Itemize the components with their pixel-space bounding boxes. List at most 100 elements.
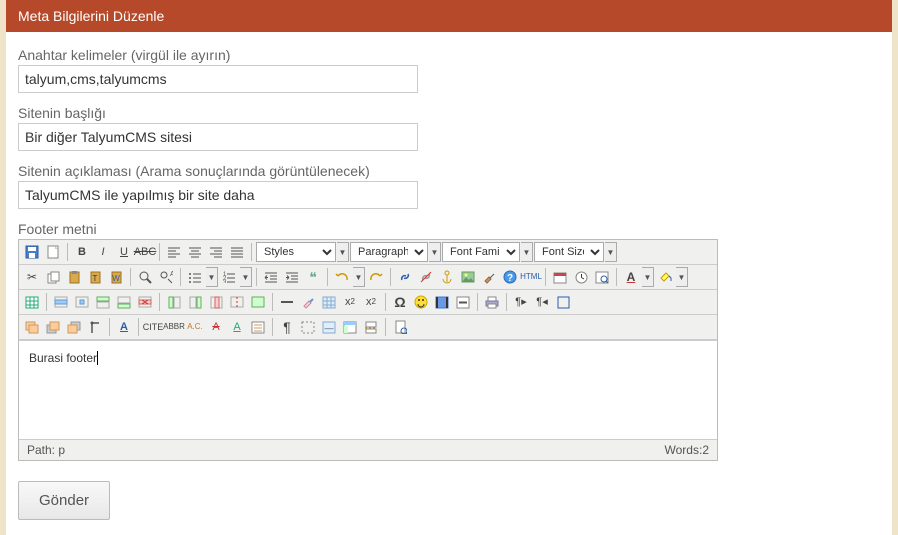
undo-icon[interactable] xyxy=(332,267,352,287)
row-props-icon[interactable] xyxy=(51,292,71,312)
editor-content[interactable]: Burasi footer xyxy=(19,340,717,440)
numbered-list-icon[interactable]: 123 xyxy=(219,267,239,287)
cite-icon[interactable]: CITE xyxy=(143,317,163,337)
blockquote-icon[interactable]: ❝ xyxy=(303,267,323,287)
row-after-icon[interactable] xyxy=(114,292,134,312)
backcolor-icon[interactable] xyxy=(655,267,675,287)
sup-icon[interactable]: x2 xyxy=(361,292,381,312)
svg-text:?: ? xyxy=(507,273,513,284)
format-select[interactable]: Paragraph xyxy=(350,242,428,262)
bullet-list-dropdown-icon[interactable]: ▼ xyxy=(206,267,218,287)
paste-text-icon[interactable]: T xyxy=(85,267,105,287)
styleprops-icon[interactable]: A xyxy=(114,317,134,337)
charmap-icon[interactable]: Ω xyxy=(390,292,410,312)
print-icon[interactable] xyxy=(482,292,502,312)
paste-icon[interactable] xyxy=(64,267,84,287)
cleanup-icon[interactable] xyxy=(479,267,499,287)
site-title-input[interactable] xyxy=(18,123,418,151)
fullscreen-icon[interactable] xyxy=(553,292,573,312)
time-icon[interactable] xyxy=(571,267,591,287)
movebackward-icon[interactable] xyxy=(64,317,84,337)
split-cells-icon[interactable] xyxy=(227,292,247,312)
site-title-label: Sitenin başlığı xyxy=(18,105,880,121)
col-delete-icon[interactable] xyxy=(206,292,226,312)
remove-format-icon[interactable] xyxy=(298,292,318,312)
del-icon[interactable]: A xyxy=(206,317,226,337)
cell-props-icon[interactable] xyxy=(72,292,92,312)
numbered-list-dropdown-icon[interactable]: ▼ xyxy=(240,267,252,287)
col-before-icon[interactable] xyxy=(164,292,184,312)
find-icon[interactable] xyxy=(135,267,155,287)
acronym-icon[interactable]: A.C. xyxy=(185,317,205,337)
row-before-icon[interactable] xyxy=(93,292,113,312)
align-justify-icon[interactable] xyxy=(227,242,247,262)
replace-icon[interactable]: A xyxy=(156,267,176,287)
html-icon[interactable]: HTML xyxy=(521,267,541,287)
copy-icon[interactable] xyxy=(43,267,63,287)
format-dropdown-icon[interactable]: ▼ xyxy=(429,242,441,262)
bullet-list-icon[interactable] xyxy=(185,267,205,287)
outdent-icon[interactable] xyxy=(261,267,281,287)
visualchars-icon[interactable]: ¶ xyxy=(277,317,297,337)
media-icon[interactable] xyxy=(432,292,452,312)
fontsize-dropdown-icon[interactable]: ▼ xyxy=(605,242,617,262)
site-desc-input[interactable] xyxy=(18,181,418,209)
attribs-icon[interactable] xyxy=(248,317,268,337)
bold-icon[interactable]: B xyxy=(72,242,92,262)
align-right-icon[interactable] xyxy=(206,242,226,262)
date-icon[interactable] xyxy=(550,267,570,287)
fullpage-icon[interactable] xyxy=(390,317,410,337)
emoticon-icon[interactable] xyxy=(411,292,431,312)
row-delete-icon[interactable] xyxy=(135,292,155,312)
fontfamily-dropdown-icon[interactable]: ▼ xyxy=(521,242,533,262)
ltr-icon[interactable]: ¶▸ xyxy=(511,292,531,312)
svg-text:A: A xyxy=(170,271,173,278)
editor-path[interactable]: Path: p xyxy=(27,443,65,457)
fontsize-select[interactable]: Font Size xyxy=(534,242,604,262)
link-icon[interactable] xyxy=(395,267,415,287)
moveforward-icon[interactable] xyxy=(43,317,63,337)
anchor-icon[interactable] xyxy=(437,267,457,287)
rtl-icon[interactable]: ¶◂ xyxy=(532,292,552,312)
preview-icon[interactable] xyxy=(592,267,612,287)
pagebreak-icon[interactable] xyxy=(361,317,381,337)
template-icon[interactable] xyxy=(340,317,360,337)
visualaid-icon[interactable] xyxy=(319,292,339,312)
cut-icon[interactable]: ✂ xyxy=(22,267,42,287)
undo-dropdown-icon[interactable]: ▼ xyxy=(353,267,365,287)
keywords-input[interactable] xyxy=(18,65,418,93)
sub-icon[interactable]: x2 xyxy=(340,292,360,312)
styles-select[interactable]: Styles xyxy=(256,242,336,262)
table-icon[interactable] xyxy=(22,292,42,312)
forecolor-dropdown-icon[interactable]: ▼ xyxy=(642,267,654,287)
save-icon[interactable] xyxy=(22,242,42,262)
strikethrough-icon[interactable]: ABC xyxy=(135,242,155,262)
col-after-icon[interactable] xyxy=(185,292,205,312)
word-count: Words:2 xyxy=(665,443,709,457)
abbr-icon[interactable]: ABBR xyxy=(164,317,184,337)
nonbreaking-icon[interactable]: ― xyxy=(319,317,339,337)
paste-word-icon[interactable]: W xyxy=(106,267,126,287)
merge-cells-icon[interactable] xyxy=(248,292,268,312)
hr-icon[interactable] xyxy=(277,292,297,312)
submit-button[interactable]: Gönder xyxy=(18,481,110,520)
redo-icon[interactable] xyxy=(366,267,386,287)
forecolor-icon[interactable]: A xyxy=(621,267,641,287)
align-left-icon[interactable] xyxy=(164,242,184,262)
newdoc-icon[interactable] xyxy=(43,242,63,262)
underline-icon[interactable]: U xyxy=(114,242,134,262)
styles-dropdown-icon[interactable]: ▼ xyxy=(337,242,349,262)
advhr-icon[interactable] xyxy=(453,292,473,312)
align-center-icon[interactable] xyxy=(185,242,205,262)
visualblocks-icon[interactable] xyxy=(298,317,318,337)
unlink-icon[interactable] xyxy=(416,267,436,287)
italic-icon[interactable]: I xyxy=(93,242,113,262)
absolute-icon[interactable] xyxy=(85,317,105,337)
image-icon[interactable] xyxy=(458,267,478,287)
indent-icon[interactable] xyxy=(282,267,302,287)
fontfamily-select[interactable]: Font Family xyxy=(442,242,520,262)
insertlayer-icon[interactable] xyxy=(22,317,42,337)
backcolor-dropdown-icon[interactable]: ▼ xyxy=(676,267,688,287)
help-icon[interactable]: ? xyxy=(500,267,520,287)
ins-icon[interactable]: A xyxy=(227,317,247,337)
